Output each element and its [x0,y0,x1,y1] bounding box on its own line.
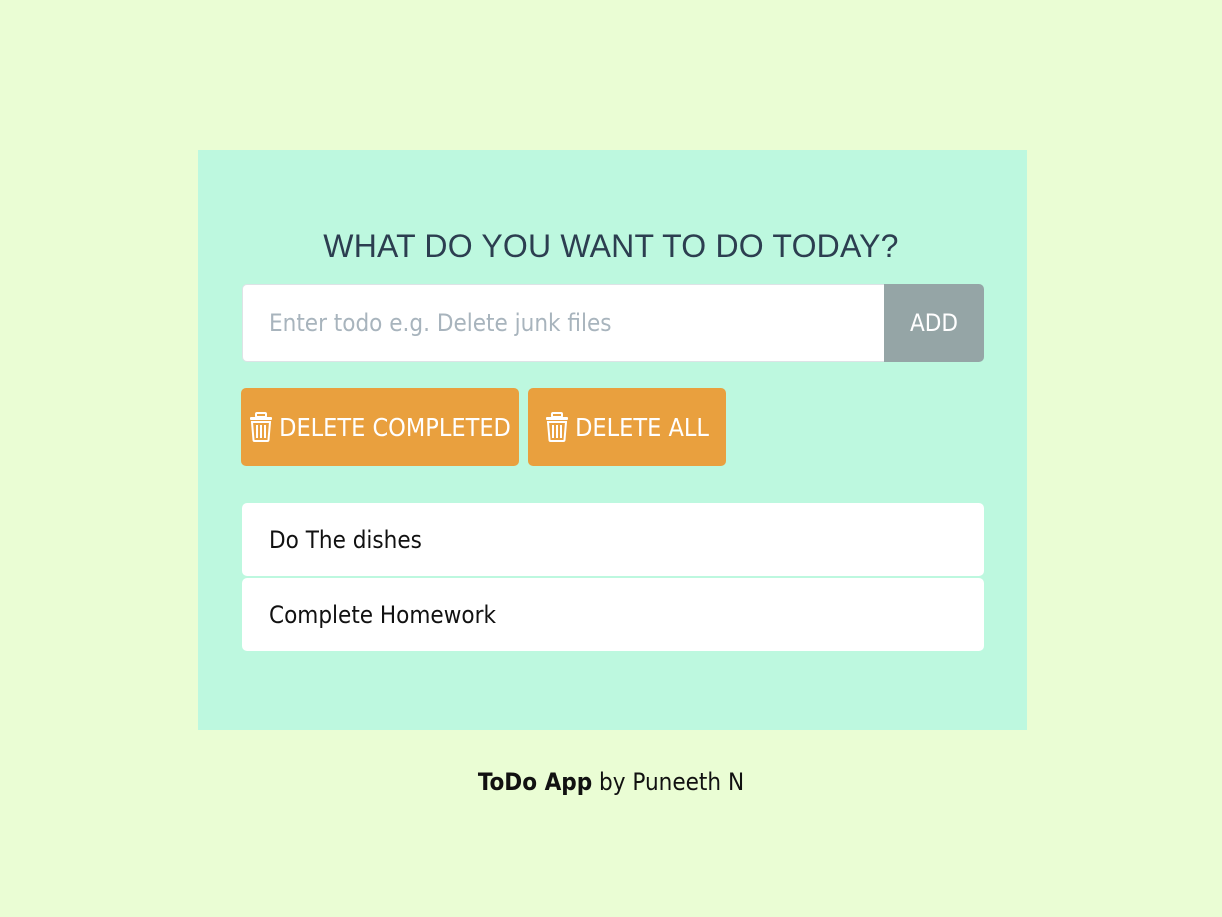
delete-all-button[interactable]: DELETE ALL [528,388,726,466]
delete-completed-label: DELETE COMPLETED [279,412,511,442]
todo-input[interactable] [242,284,884,362]
todo-item[interactable]: Do The dishes [242,503,984,576]
footer-brand: ToDo App [477,768,593,796]
delete-all-label: DELETE ALL [575,412,709,442]
trash-icon [545,412,569,442]
add-button[interactable]: ADD [884,284,984,362]
footer-byline: by Puneeth N [592,768,745,796]
delete-completed-button[interactable]: DELETE COMPLETED [241,388,519,466]
trash-icon [249,412,273,442]
todo-item[interactable]: Complete Homework [242,578,984,651]
todo-input-group: ADD [242,284,984,362]
todo-list: Do The dishes Complete Homework [242,503,984,653]
page-title: WHAT DO YOU WANT TO DO TODAY? [323,228,899,264]
footer: ToDo App by Puneeth N [0,768,1222,796]
